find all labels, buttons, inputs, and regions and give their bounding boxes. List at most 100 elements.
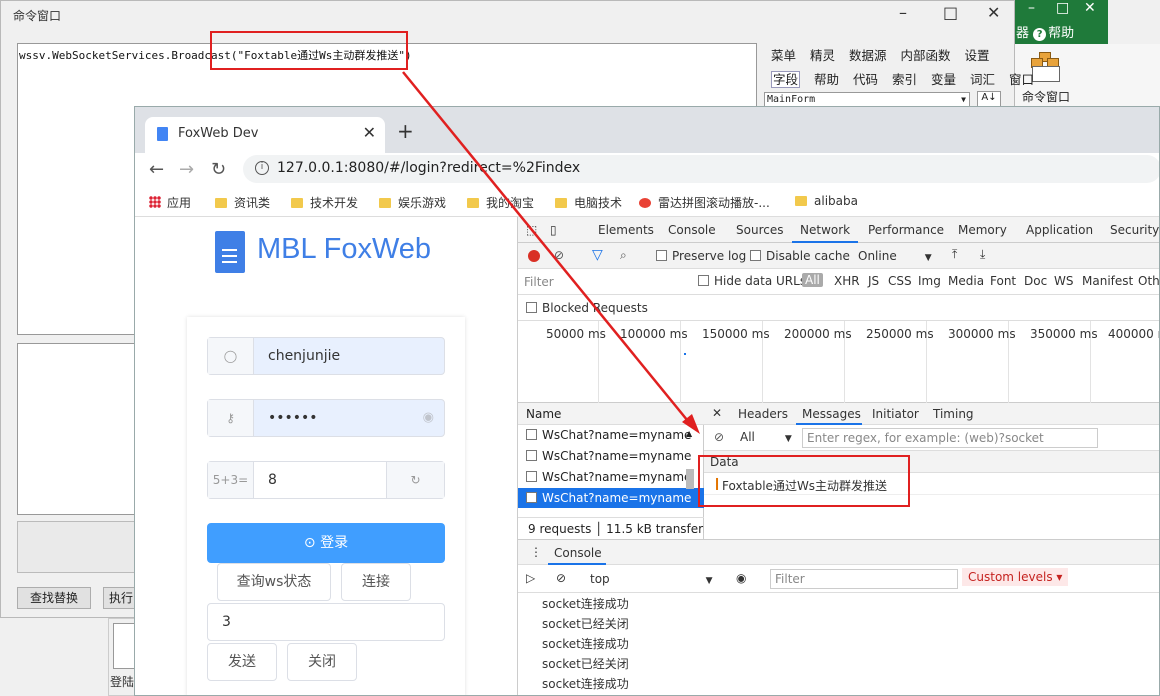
- maximize-icon[interactable]: □: [943, 3, 958, 22]
- info-icon[interactable]: i: [255, 161, 269, 175]
- refresh-icon[interactable]: ↻: [386, 462, 444, 498]
- username-field[interactable]: ◯ chenjunjie: [207, 337, 445, 375]
- hide-data-urls-checkbox[interactable]: Hide data URLs: [698, 274, 806, 288]
- eye-icon[interactable]: ◉: [423, 410, 434, 425]
- close-tab-icon[interactable]: ✕: [363, 123, 376, 142]
- output-editor[interactable]: [17, 343, 137, 515]
- bookmark-link[interactable]: 雷达拼图滚动播放-...: [639, 194, 770, 211]
- login-button[interactable]: ⊙ 登录: [207, 523, 445, 563]
- menu-item[interactable]: 索引: [892, 72, 917, 87]
- tab-memory[interactable]: Memory: [958, 223, 1007, 237]
- clear-console-icon[interactable]: ⊘: [556, 571, 566, 585]
- tab-application[interactable]: Application: [1026, 223, 1093, 237]
- disable-cache-checkbox[interactable]: Disable cache: [750, 249, 850, 263]
- tab-messages[interactable]: Messages: [802, 407, 861, 421]
- scroll-up-icon[interactable]: ▲: [686, 429, 692, 438]
- eye-icon[interactable]: ◉: [736, 571, 746, 585]
- tab-elements[interactable]: Elements: [598, 223, 654, 237]
- type-filter[interactable]: Doc: [1024, 274, 1047, 288]
- menu-item[interactable]: 代码: [853, 72, 878, 87]
- close-icon[interactable]: ✕: [987, 3, 1000, 22]
- minimize-icon[interactable]: –: [1028, 0, 1035, 16]
- menu-item-selected[interactable]: 字段: [771, 71, 801, 88]
- type-filter[interactable]: Media: [948, 274, 984, 288]
- log-levels-select[interactable]: Custom levels ▾: [962, 568, 1069, 586]
- request-row[interactable]: WsChat?name=myname: [518, 467, 704, 487]
- bookmark-folder[interactable]: 电脑技术: [555, 194, 622, 211]
- bookmark-folder[interactable]: 技术开发: [291, 194, 358, 211]
- bookmark-folder[interactable]: alibaba: [795, 194, 858, 208]
- message-input[interactable]: 3: [207, 603, 445, 641]
- tab-sources[interactable]: Sources: [736, 223, 783, 237]
- menu-item[interactable]: 变量: [931, 72, 956, 87]
- type-filter-all[interactable]: All: [802, 273, 823, 287]
- address-bar[interactable]: i 127.0.0.1:8080/#/login?redirect=%2Find…: [243, 155, 1159, 183]
- close-icon[interactable]: ✕: [1084, 0, 1096, 16]
- find-replace-button[interactable]: 查找替换: [17, 587, 91, 609]
- clear-icon[interactable]: ⊘: [554, 248, 564, 262]
- console-filter-input[interactable]: Filter: [770, 569, 958, 589]
- export-har-icon[interactable]: ⤓: [980, 247, 985, 262]
- import-har-icon[interactable]: ⤒: [952, 247, 957, 262]
- type-filter[interactable]: Font: [990, 274, 1016, 288]
- help-menu[interactable]: 帮助: [1048, 26, 1074, 41]
- type-filter[interactable]: CSS: [888, 274, 912, 288]
- type-filter[interactable]: Manifest: [1082, 274, 1133, 288]
- blocked-requests-checkbox[interactable]: Blocked Requests: [526, 301, 648, 315]
- close-button[interactable]: 关闭: [287, 643, 357, 681]
- type-filter[interactable]: XHR: [834, 274, 860, 288]
- tab-performance[interactable]: Performance: [868, 223, 944, 237]
- inspect-icon[interactable]: ⬚: [526, 223, 537, 237]
- name-column-header[interactable]: Name: [518, 403, 704, 425]
- type-filter[interactable]: Other: [1138, 274, 1159, 288]
- clear-messages-icon[interactable]: ⊘: [714, 430, 724, 444]
- tab-timing[interactable]: Timing: [933, 407, 974, 421]
- message-type-select[interactable]: All ▼: [740, 430, 792, 444]
- login-tab-label[interactable]: 登陆: [110, 673, 134, 690]
- forward-icon[interactable]: →: [179, 159, 194, 180]
- request-row[interactable]: WsChat?name=myname: [518, 425, 704, 445]
- menu-item[interactable]: 窗口: [1009, 72, 1034, 87]
- filter-icon[interactable]: ▽: [592, 247, 603, 263]
- menu-item[interactable]: 内部函数: [901, 48, 951, 63]
- menu-item[interactable]: 数据源: [849, 48, 887, 63]
- message-regex-input[interactable]: Enter regex, for example: (web)?socket: [802, 428, 1098, 448]
- type-filter[interactable]: Img: [918, 274, 941, 288]
- bookmark-folder[interactable]: 娱乐游戏: [379, 194, 446, 211]
- bookmark-apps[interactable]: 应用: [149, 194, 191, 211]
- drawer-menu-icon[interactable]: ⋮: [530, 545, 542, 559]
- request-row-selected[interactable]: WsChat?name=myname: [518, 488, 704, 508]
- bookmark-folder[interactable]: 资讯类: [215, 194, 270, 211]
- menu-item[interactable]: 词汇: [970, 72, 995, 87]
- sidebar-toggle-icon[interactable]: ▷: [526, 571, 535, 585]
- preserve-log-checkbox[interactable]: Preserve log: [656, 249, 746, 263]
- query-ws-status-button[interactable]: 查询ws状态: [217, 563, 331, 601]
- filter-input[interactable]: Filter: [524, 275, 684, 289]
- tab-initiator[interactable]: Initiator: [872, 407, 919, 421]
- captcha-field[interactable]: 5+3= 8 ↻: [207, 461, 445, 499]
- scrollbar[interactable]: ▲: [686, 425, 696, 509]
- context-select[interactable]: top ▼: [590, 572, 713, 586]
- tab-security[interactable]: Security: [1110, 223, 1159, 237]
- bookmark-folder[interactable]: 我的淘宝: [467, 194, 534, 211]
- menu-item[interactable]: 精灵: [810, 48, 835, 63]
- maximize-icon[interactable]: □: [1056, 0, 1069, 16]
- new-tab-icon[interactable]: +: [397, 119, 414, 143]
- search-icon[interactable]: ⌕: [620, 248, 627, 263]
- request-row[interactable]: WsChat?name=myname: [518, 446, 704, 466]
- device-toolbar-icon[interactable]: ▯: [550, 223, 557, 237]
- menu-item[interactable]: 设置: [965, 48, 990, 63]
- scrollbar-thumb[interactable]: [686, 469, 694, 489]
- host-menu-item[interactable]: 器: [1016, 26, 1029, 41]
- type-filter[interactable]: JS: [868, 274, 879, 288]
- tab-headers[interactable]: Headers: [738, 407, 788, 421]
- password-field[interactable]: ⚷ •••••• ◉: [207, 399, 445, 437]
- reload-icon[interactable]: ↻: [211, 159, 226, 180]
- close-detail-icon[interactable]: ✕: [712, 406, 722, 420]
- record-icon[interactable]: [528, 250, 540, 262]
- tab-network[interactable]: Network: [800, 223, 850, 237]
- throttle-select[interactable]: Online ▼: [858, 249, 932, 263]
- tab-console[interactable]: Console: [668, 223, 716, 237]
- menu-item[interactable]: 帮助: [814, 72, 839, 87]
- back-icon[interactable]: ←: [149, 159, 164, 180]
